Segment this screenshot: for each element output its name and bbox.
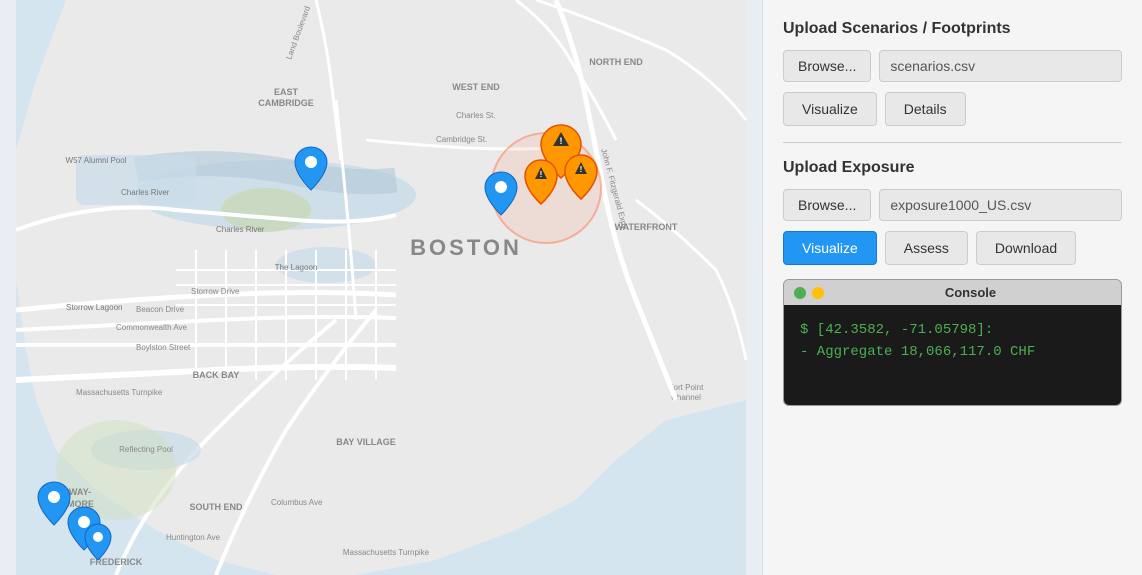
- svg-text:BACK BAY: BACK BAY: [193, 370, 240, 380]
- console-dot-yellow: [812, 287, 824, 299]
- svg-text:EAST: EAST: [274, 87, 299, 97]
- exposure-actions: Visualize Assess Download: [783, 231, 1122, 265]
- console-panel: Console $ [42.3582, -71.05798]: - Aggreg…: [783, 279, 1122, 406]
- visualize1-button[interactable]: Visualize: [783, 92, 877, 126]
- svg-text:Charles St.: Charles St.: [456, 111, 496, 120]
- svg-text:!: !: [540, 170, 543, 179]
- upload-exposure-section: Upload Exposure Browse... exposure1000_U…: [783, 159, 1122, 265]
- svg-text:Boylston Street: Boylston Street: [136, 343, 191, 352]
- map-container[interactable]: EAST CAMBRIDGE WEST END NORTH END WATERF…: [0, 0, 762, 575]
- svg-text:Beacon Drive: Beacon Drive: [136, 305, 185, 314]
- browse2-button[interactable]: Browse...: [783, 189, 871, 221]
- svg-text:BOSTON: BOSTON: [410, 235, 522, 260]
- svg-text:NORTH END: NORTH END: [589, 57, 643, 67]
- console-title: Console: [830, 285, 1111, 300]
- svg-text:!: !: [560, 136, 563, 146]
- svg-text:Charles River: Charles River: [121, 188, 170, 197]
- sidebar: Upload Scenarios / Footprints Browse... …: [762, 0, 1142, 575]
- svg-text:Storrow Drive: Storrow Drive: [191, 287, 240, 296]
- svg-text:SOUTH END: SOUTH END: [189, 502, 243, 512]
- svg-text:Massachusetts Turnpike: Massachusetts Turnpike: [343, 548, 430, 557]
- svg-text:CAMBRIDGE: CAMBRIDGE: [258, 98, 314, 108]
- console-line2: - Aggregate 18,066,117.0 CHF: [800, 341, 1105, 363]
- divider1: [783, 142, 1122, 143]
- scenarios-file-row: Browse... scenarios.csv: [783, 50, 1122, 82]
- section1-title: Upload Scenarios / Footprints: [783, 20, 1122, 38]
- exposure-file-row: Browse... exposure1000_US.csv: [783, 189, 1122, 221]
- visualize2-button[interactable]: Visualize: [783, 231, 877, 265]
- svg-text:Reflecting Pool: Reflecting Pool: [119, 445, 173, 454]
- svg-text:Columbus Ave: Columbus Ave: [271, 498, 323, 507]
- browse1-button[interactable]: Browse...: [783, 50, 871, 82]
- svg-text:Commonwealth Ave: Commonwealth Ave: [116, 323, 188, 332]
- svg-text:Cambridge St.: Cambridge St.: [436, 135, 487, 144]
- svg-text:Charles River: Charles River: [216, 225, 265, 234]
- download-button[interactable]: Download: [976, 231, 1076, 265]
- upload-scenarios-section: Upload Scenarios / Footprints Browse... …: [783, 20, 1122, 126]
- svg-text:W57 Alumni Pool: W57 Alumni Pool: [66, 156, 127, 165]
- exposure-filename: exposure1000_US.csv: [879, 189, 1122, 221]
- svg-text:The Lagoon: The Lagoon: [275, 263, 318, 272]
- scenarios-filename: scenarios.csv: [879, 50, 1122, 82]
- console-output: $ [42.3582, -71.05798]: - Aggregate 18,0…: [784, 305, 1121, 405]
- details-button[interactable]: Details: [885, 92, 966, 126]
- svg-text:!: !: [580, 165, 583, 174]
- scenarios-actions: Visualize Details: [783, 92, 1122, 126]
- console-titlebar: Console: [784, 280, 1121, 305]
- svg-text:WEST END: WEST END: [452, 82, 500, 92]
- svg-text:Huntington Ave: Huntington Ave: [166, 533, 221, 542]
- assess-button[interactable]: Assess: [885, 231, 968, 265]
- svg-text:Storrow Lagoon: Storrow Lagoon: [66, 303, 122, 312]
- console-line1: $ [42.3582, -71.05798]:: [800, 319, 1105, 341]
- svg-text:BAY VILLAGE: BAY VILLAGE: [336, 437, 396, 447]
- section2-title: Upload Exposure: [783, 159, 1122, 177]
- console-dot-green: [794, 287, 806, 299]
- svg-text:Massachusetts Turnpike: Massachusetts Turnpike: [76, 388, 163, 397]
